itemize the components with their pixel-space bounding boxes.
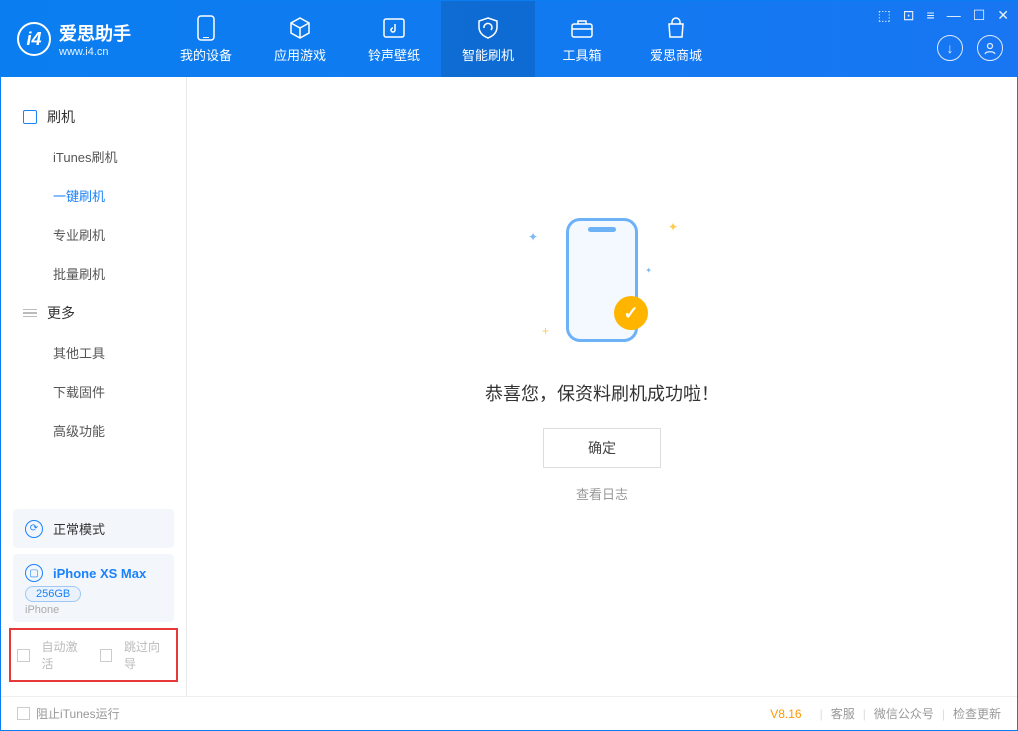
sidebar-item-pro-flash[interactable]: 专业刷机 <box>1 215 186 254</box>
mode-icon: ⟳ <box>25 520 43 538</box>
download-button[interactable]: ↓ <box>937 35 963 61</box>
check-badge-icon: ✓ <box>614 296 648 330</box>
user-button[interactable] <box>977 35 1003 61</box>
music-folder-icon <box>381 15 407 41</box>
skip-guide-checkbox[interactable] <box>100 649 113 662</box>
tab-label: 工具箱 <box>562 45 601 64</box>
version-label: V8.16 <box>770 707 801 721</box>
sidebar-section-more: 更多 <box>1 293 186 333</box>
main-content: ✦ ✦ + ✦ ✓ 恭喜您，保资料刷机成功啦！ 确定 查看日志 <box>187 77 1017 696</box>
view-log-link[interactable]: 查看日志 <box>576 484 628 503</box>
footer-link-wechat[interactable]: 微信公众号 <box>874 705 934 722</box>
shirt-icon[interactable]: ⬚ <box>878 7 891 24</box>
logo: i4 爱思助手 www.i4.cn <box>1 20 147 58</box>
list-icon <box>23 309 37 318</box>
skip-guide-label: 跳过向导 <box>124 638 170 672</box>
success-message: 恭喜您，保资料刷机成功啦！ <box>485 380 719 406</box>
tab-label: 我的设备 <box>180 45 232 64</box>
device-mode: 正常模式 <box>53 519 105 538</box>
success-illustration: ✦ ✦ + ✦ ✓ <box>512 210 692 350</box>
cube-icon <box>287 15 313 41</box>
maximize-button[interactable]: ☐ <box>973 7 986 24</box>
toolbox-icon <box>569 15 595 41</box>
device-info-card[interactable]: ▢ iPhone XS Max 256GB iPhone <box>13 554 174 622</box>
tab-apps[interactable]: 应用游戏 <box>253 1 347 77</box>
auto-activate-checkbox[interactable] <box>17 649 30 662</box>
lock-icon[interactable]: ⊡ <box>903 7 915 24</box>
confirm-button[interactable]: 确定 <box>543 428 661 468</box>
auto-activate-label: 自动激活 <box>42 638 88 672</box>
app-name: 爱思助手 <box>59 20 131 46</box>
tab-label: 铃声壁纸 <box>368 45 420 64</box>
tab-store[interactable]: 爱思商城 <box>629 1 723 77</box>
close-button[interactable]: ✕ <box>997 7 1009 24</box>
tab-label: 智能刷机 <box>462 45 514 64</box>
sidebar-section-flash: 刷机 <box>1 97 186 137</box>
footer-link-support[interactable]: 客服 <box>831 705 855 722</box>
device-type: iPhone <box>25 604 162 616</box>
device-mode-card[interactable]: ⟳ 正常模式 <box>13 509 174 548</box>
sidebar-item-itunes-flash[interactable]: iTunes刷机 <box>1 137 186 176</box>
app-url: www.i4.cn <box>59 46 131 58</box>
tab-toolbox[interactable]: 工具箱 <box>535 1 629 77</box>
tab-label: 应用游戏 <box>274 45 326 64</box>
flash-options: 自动激活 跳过向导 <box>9 628 178 682</box>
sidebar-item-advanced[interactable]: 高级功能 <box>1 411 186 450</box>
footer-link-update[interactable]: 检查更新 <box>953 705 1001 722</box>
tab-my-device[interactable]: 我的设备 <box>159 1 253 77</box>
block-itunes-label: 阻止iTunes运行 <box>36 705 120 722</box>
sparkle-icon: + <box>542 324 549 338</box>
minimize-button[interactable]: — <box>947 7 961 24</box>
device-name: iPhone XS Max <box>53 566 146 581</box>
sidebar-item-download-firmware[interactable]: 下载固件 <box>1 372 186 411</box>
logo-icon: i4 <box>17 22 51 56</box>
phone-icon: ▢ <box>25 564 43 582</box>
block-itunes-checkbox[interactable] <box>17 707 30 720</box>
footer: 阻止iTunes运行 V8.16 | 客服 | 微信公众号 | 检查更新 <box>1 696 1017 730</box>
sidebar: 刷机 iTunes刷机 一键刷机 专业刷机 批量刷机 更多 其他工具 下载固件 … <box>1 77 187 696</box>
sidebar-item-batch-flash[interactable]: 批量刷机 <box>1 254 186 293</box>
top-tabs: 我的设备 应用游戏 铃声壁纸 智能刷机 工具箱 爱思商城 <box>159 1 723 77</box>
window-controls: ⬚ ⊡ ≡ — ☐ ✕ <box>878 7 1009 24</box>
tab-flash[interactable]: 智能刷机 <box>441 1 535 77</box>
phone-outline-icon <box>23 110 37 124</box>
shield-refresh-icon <box>475 15 501 41</box>
device-capacity: 256GB <box>25 586 81 602</box>
sparkle-icon: ✦ <box>528 230 538 244</box>
sidebar-item-oneclick-flash[interactable]: 一键刷机 <box>1 176 186 215</box>
header: i4 爱思助手 www.i4.cn 我的设备 应用游戏 铃声壁纸 智能刷机 工具… <box>1 1 1017 77</box>
tab-ringtones[interactable]: 铃声壁纸 <box>347 1 441 77</box>
tab-label: 爱思商城 <box>650 45 702 64</box>
menu-icon[interactable]: ≡ <box>927 7 935 24</box>
sparkle-icon: ✦ <box>645 266 652 275</box>
sidebar-item-other-tools[interactable]: 其他工具 <box>1 333 186 372</box>
bag-icon <box>663 15 689 41</box>
sparkle-icon: ✦ <box>668 220 678 234</box>
device-icon <box>193 15 219 41</box>
